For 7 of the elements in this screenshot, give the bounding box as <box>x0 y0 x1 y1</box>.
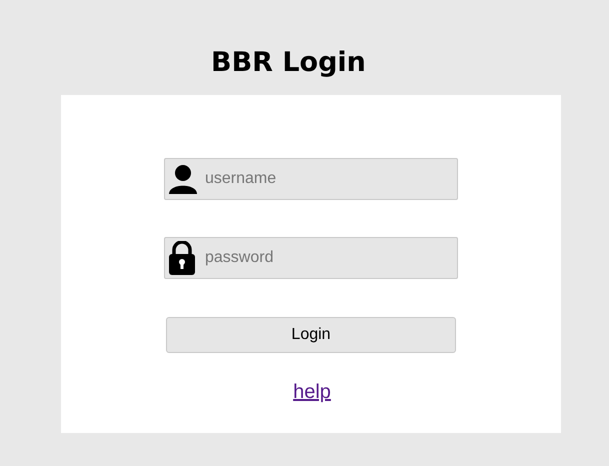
page-title: BBR Login <box>211 46 366 80</box>
login-button[interactable]: Login <box>166 317 456 353</box>
username-field[interactable]: username <box>164 158 458 200</box>
user-icon <box>168 164 198 194</box>
padlock-icon <box>168 241 196 275</box>
password-field[interactable]: password <box>164 237 458 279</box>
help-link[interactable]: help <box>293 381 331 404</box>
